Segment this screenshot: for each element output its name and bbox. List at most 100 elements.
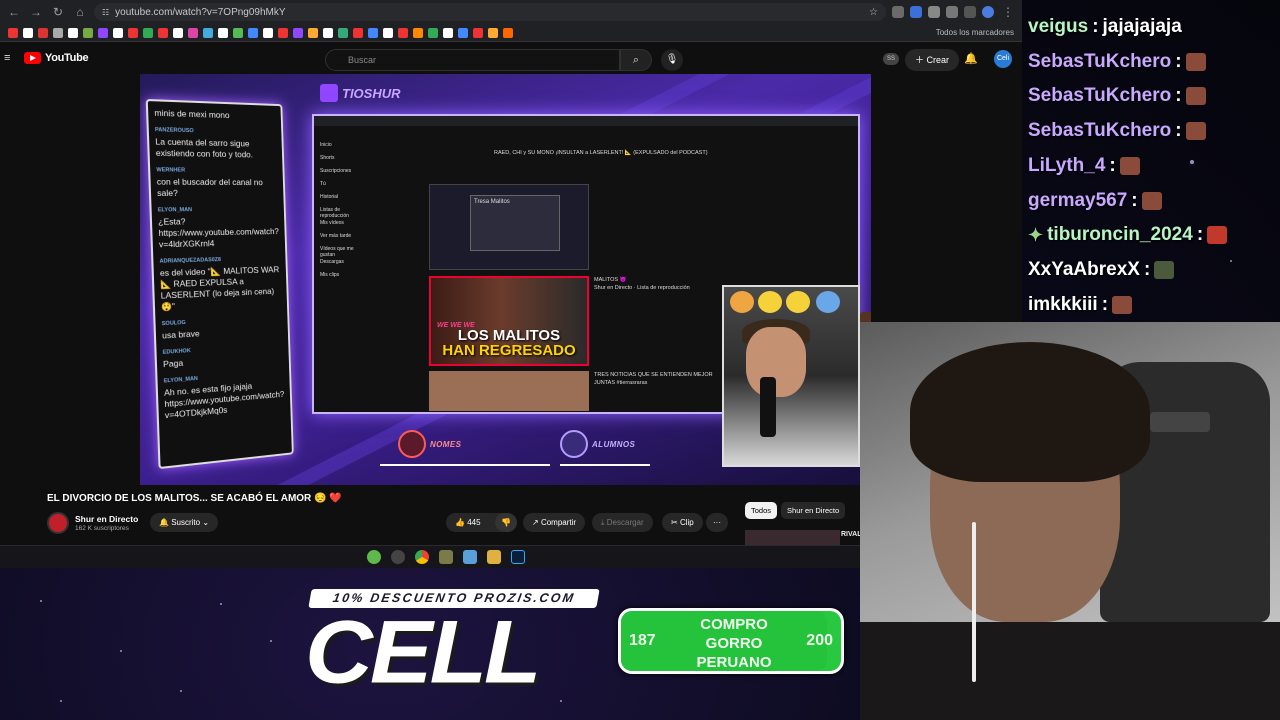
bookmark-icon[interactable] <box>473 27 483 38</box>
bookmark-icon[interactable] <box>338 27 348 38</box>
chip-todos[interactable]: Todos <box>745 502 778 519</box>
chat-username[interactable]: tiburoncin_2024 <box>1047 224 1193 246</box>
bookmark-icon[interactable] <box>293 27 303 38</box>
bookmark-icon[interactable] <box>23 27 33 38</box>
photoshop-icon[interactable] <box>511 550 525 564</box>
chat-username[interactable]: germay567 <box>1028 190 1127 212</box>
bookmark-icon[interactable] <box>398 27 408 38</box>
site-info-icon[interactable]: ☷ <box>102 8 109 17</box>
youtube-logo-text: YouTube <box>45 52 89 64</box>
account-avatar[interactable]: Celi <box>994 50 1012 68</box>
bookmark-icon[interactable] <box>53 27 63 38</box>
extension-icon[interactable] <box>910 6 922 18</box>
chat-username[interactable]: imkkkiii <box>1028 294 1098 316</box>
bookmark-icon[interactable] <box>323 27 333 38</box>
channel-name[interactable]: Shur en Directo <box>75 514 138 524</box>
chat-username[interactable]: SebasTuKchero <box>1028 51 1171 73</box>
bookmark-icon[interactable] <box>203 27 213 38</box>
streamer-face <box>746 327 806 397</box>
forward-icon[interactable]: → <box>28 4 44 20</box>
star <box>270 640 272 642</box>
back-icon[interactable]: ← <box>6 4 22 20</box>
app-icon[interactable] <box>439 550 453 564</box>
voice-search-button[interactable]: 🎙 <box>661 49 683 71</box>
twitch-icon <box>320 84 338 102</box>
overlay-chat-message: WERNHER con el buscador del canal no sale… <box>156 165 278 199</box>
captured-nav-item: Ver más tarde <box>320 233 352 239</box>
puzzle-icon[interactable] <box>946 6 958 18</box>
folder-icon[interactable] <box>487 550 501 564</box>
chat-username[interactable]: SebasTuKchero <box>1028 120 1171 142</box>
chat-username[interactable]: veigus <box>1028 16 1088 38</box>
bookmark-icon[interactable] <box>233 27 243 38</box>
chat-username[interactable]: LiLyth_4 <box>1028 155 1105 177</box>
chat-username[interactable]: SebasTuKchero <box>1028 85 1171 107</box>
bookmark-icon[interactable] <box>143 27 153 38</box>
home-icon[interactable]: ⌂ <box>72 4 88 20</box>
dislike-button[interactable]: 👎 <box>495 513 517 532</box>
app-icon[interactable] <box>463 550 477 564</box>
bookmark-icon[interactable] <box>158 27 168 38</box>
bookmark-icon[interactable] <box>308 27 318 38</box>
download-button[interactable]: ⤓ Descargar <box>592 513 653 532</box>
reload-icon[interactable]: ↻ <box>50 4 66 20</box>
bookmark-icon[interactable] <box>353 27 363 38</box>
app-icon[interactable] <box>367 550 381 564</box>
bookmark-icon[interactable] <box>248 27 258 38</box>
notifications-bell-icon[interactable]: 🔔 <box>964 52 978 65</box>
subscribed-button[interactable]: 🔔 Suscrito ⌄ <box>150 513 219 532</box>
bookmark-icon[interactable] <box>173 27 183 38</box>
bookmark-icon[interactable] <box>443 27 453 38</box>
bookmark-icon[interactable] <box>38 27 48 38</box>
video-player[interactable]: TIOSHUR minis de mexi mono PANZEROUSO La c… <box>140 74 871 485</box>
chat-username[interactable]: XxYaAbrexX <box>1028 259 1140 281</box>
bookmark-icon[interactable] <box>488 27 498 38</box>
app-icon[interactable] <box>391 550 405 564</box>
chat-line: imkkkiii : <box>1028 290 1133 320</box>
search-button[interactable]: ⌕ <box>620 49 652 71</box>
bookmark-icon[interactable] <box>413 27 423 38</box>
bookmark-icon[interactable] <box>68 27 78 38</box>
all-bookmarks-link[interactable]: Todos los marcadores <box>936 28 1014 37</box>
extension-icon[interactable] <box>892 6 904 18</box>
chat-emote <box>1185 52 1206 71</box>
bookmark-icon[interactable] <box>428 27 438 38</box>
bookmark-icon[interactable] <box>368 27 378 38</box>
address-url[interactable]: youtube.com/watch?v=7OPng09hMkY <box>115 7 285 18</box>
bookmark-icon[interactable] <box>188 27 198 38</box>
extension-icon[interactable] <box>928 6 940 18</box>
sidepanel-icon[interactable] <box>964 6 976 18</box>
overlay-chat-text: La cuenta del sarro sigue existiendo con… <box>155 136 254 160</box>
chrome-icon[interactable] <box>415 550 429 564</box>
bookmark-icon[interactable] <box>278 27 288 38</box>
chat-emote <box>1185 122 1206 141</box>
bookmark-icon[interactable] <box>263 27 273 38</box>
bookmark-icon[interactable] <box>113 27 123 38</box>
search-input[interactable]: Buscar <box>325 49 620 71</box>
menu-kebab-icon[interactable]: ⋮ <box>1000 4 1016 20</box>
share-button[interactable]: ↗ Compartir <box>523 513 586 532</box>
hamburger-menu-icon[interactable]: ≡ <box>4 52 10 64</box>
bookmark-icon[interactable] <box>8 27 18 38</box>
chat-separator: : <box>1131 189 1138 211</box>
related-video-title[interactable]: RIVAL <box>841 531 861 538</box>
more-actions-button[interactable]: ··· <box>706 513 728 532</box>
bookmark-icon[interactable] <box>383 27 393 38</box>
clip-button[interactable]: ✂ Clip <box>662 513 703 532</box>
chat-separator: : <box>1196 224 1204 246</box>
thumbnail-headline-2: HAN REGRESADO <box>442 342 576 359</box>
bookmark-icon[interactable] <box>98 27 108 38</box>
youtube-logo[interactable]: YouTube <box>24 52 89 64</box>
bookmark-icon[interactable] <box>83 27 93 38</box>
profile-icon[interactable] <box>982 6 994 18</box>
bookmark-icon[interactable] <box>128 27 138 38</box>
bookmark-icon[interactable] <box>503 27 513 38</box>
address-bar[interactable]: ☷ youtube.com/watch?v=7OPng09hMkY ☆ <box>94 3 886 21</box>
bookmark-icon[interactable] <box>218 27 228 38</box>
bookmark-icon[interactable] <box>458 27 468 38</box>
ss-badge[interactable]: SS <box>883 53 899 65</box>
create-button[interactable]: ＋ Crear <box>905 49 960 71</box>
channel-avatar[interactable] <box>47 512 69 534</box>
bookmark-star-icon[interactable]: ☆ <box>869 7 878 18</box>
chip-shur-en-directo[interactable]: Shur en Directo <box>781 502 846 519</box>
